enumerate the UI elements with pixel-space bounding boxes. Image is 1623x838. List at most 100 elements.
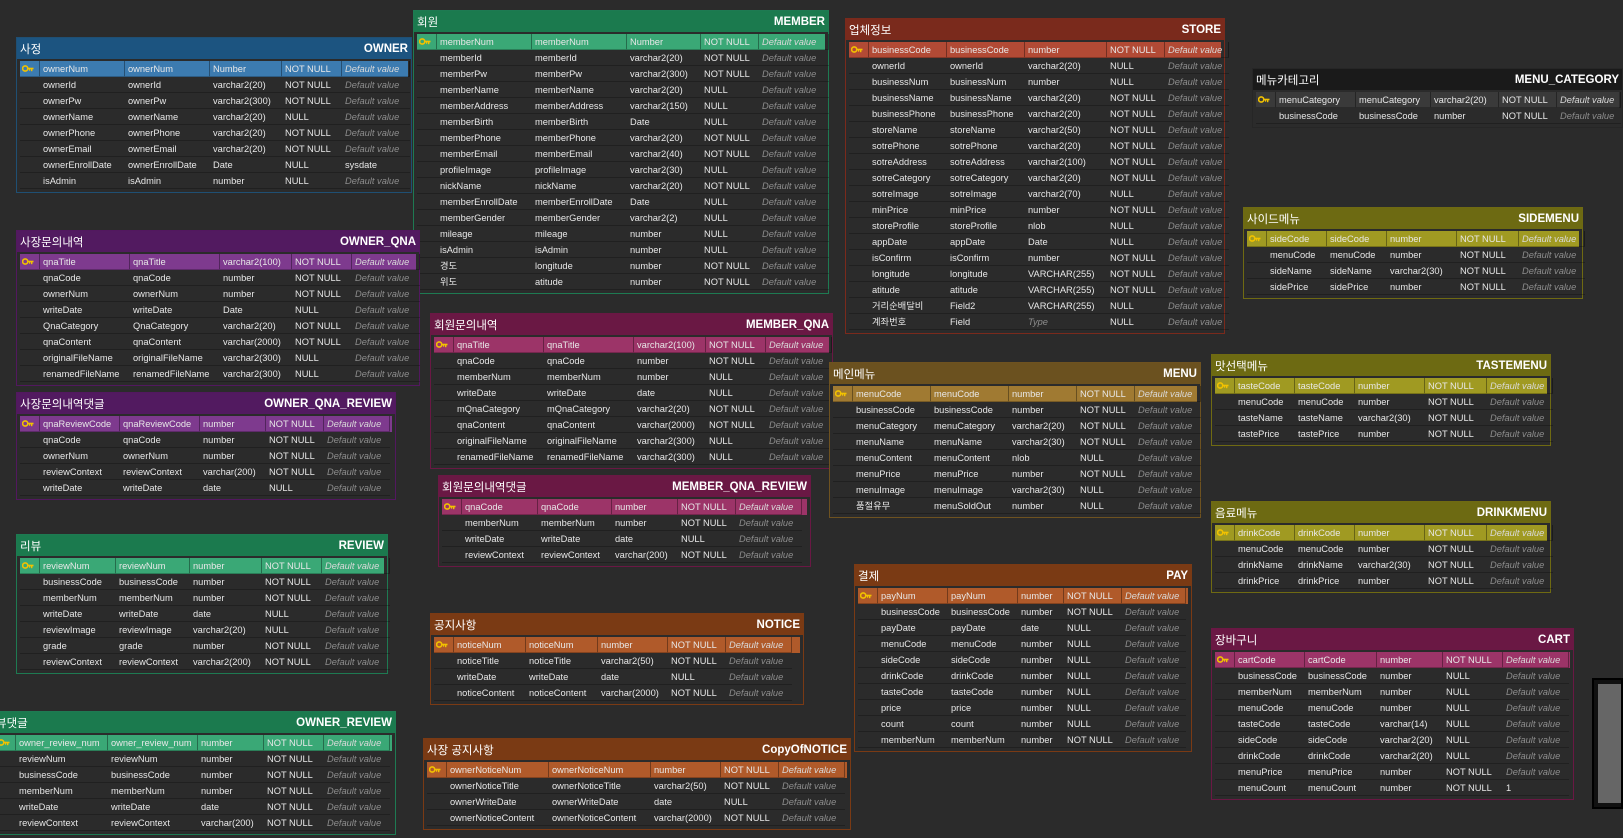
attribute-row[interactable]: writeDate writeDate date NOT NULL Default va… <box>0 799 392 815</box>
attribute-row[interactable]: writeDate writeDate date NULL Default value <box>442 531 807 547</box>
attribute-row[interactable]: tastePrice tastePrice number NOT NULL Defaul… <box>1215 426 1553 442</box>
attribute-row[interactable]: originalFileName originalFileName varchar2… <box>434 433 832 449</box>
entity-header[interactable]: 결제 PAY <box>855 565 1191 586</box>
attribute-row[interactable]: menuCategory menuCategory varchar2(20) NOT … <box>833 418 1201 434</box>
entity-header[interactable]: 사장 공지사항 CopyOfNOTICE <box>424 739 850 760</box>
attribute-row[interactable]: writeDate writeDate Date NULL Default value <box>20 302 420 318</box>
primary-key-row[interactable]: noticeNum noticeNum number NOT NULL Default … <box>434 637 800 653</box>
attribute-row[interactable]: qnaCode qnaCode number NOT NULL Default valu… <box>434 353 832 369</box>
primary-key-row[interactable]: reviewNum reviewNum number NOT NULL Default … <box>20 558 390 574</box>
attribute-row[interactable]: menuCount menuCount number NOT NULL 1 <box>1215 780 1570 796</box>
attribute-row[interactable]: reviewContext reviewContext varchar(200) NO… <box>20 464 392 480</box>
attribute-row[interactable]: menuImage menuImage varchar2(30) NULL Defaul… <box>833 482 1201 498</box>
attribute-row[interactable]: qnaCode qnaCode number NOT NULL Default valu… <box>20 432 392 448</box>
attribute-row[interactable]: memberEmail memberEmail varchar2(40) NOT NU… <box>417 146 829 162</box>
entity-store[interactable]: 업체정보 STORE businessCode businessCode number N… <box>845 18 1229 334</box>
attribute-row[interactable]: sotreCategory sotreCategory varchar2(20) NO… <box>849 170 1229 186</box>
entity-header[interactable]: 회원문의내역댓글 MEMBER_QNA_REVIEW <box>439 476 810 497</box>
attribute-row[interactable]: drinkCode drinkCode varchar2(20) NULL Defaul… <box>1215 748 1570 764</box>
primary-key-row[interactable]: qnaReviewCode qnaReviewCode number NOT NULL… <box>20 416 392 432</box>
attribute-row[interactable]: writeDate writeDate date NULL Default value <box>434 669 800 685</box>
attribute-row[interactable]: 경도 longitude number NOT NULL Default value <box>417 258 829 274</box>
entity-header[interactable]: 맛선택메뉴 TASTEMENU <box>1212 355 1550 376</box>
primary-key-row[interactable]: sideCode sideCode number NOT NULL Default va… <box>1247 231 1585 247</box>
primary-key-row[interactable]: qnaTitle qnaTitle varchar2(100) NOT NULL Def… <box>434 337 832 353</box>
attribute-row[interactable]: sideCode sideCode number NULL Default value <box>858 652 1188 668</box>
attribute-row[interactable]: memberGender memberGender varchar2(2) NULL D… <box>417 210 829 226</box>
attribute-row[interactable]: payDate payDate date NULL Default value <box>858 620 1188 636</box>
entity-owner-qna-review[interactable]: 사장문의내역댓글 OWNER_QNA_REVIEW qnaReviewCode qna… <box>16 392 396 500</box>
attribute-row[interactable]: ownerId ownerId varchar2(20) NOT NULL Defaul… <box>20 77 410 93</box>
entity-owner-qna[interactable]: 사장문의내역 OWNER_QNA qnaTitle qnaTitle varchar2(… <box>16 230 420 386</box>
attribute-row[interactable]: noticeTitle noticeTitle varchar2(50) NOT NU… <box>434 653 800 669</box>
attribute-row[interactable]: renamedFileName renamedFileName varchar2(3… <box>20 366 420 382</box>
attribute-row[interactable]: businessCode businessCode number NOT NULL De… <box>1256 108 1621 124</box>
attribute-row[interactable]: sotreImage sotreImage varchar2(70) NULL Defa… <box>849 186 1229 202</box>
entity-header[interactable]: 업체정보 STORE <box>846 19 1224 40</box>
attribute-row[interactable]: businessCode businessCode number NOT NULL De… <box>20 574 390 590</box>
attribute-row[interactable]: ownerName ownerName varchar2(20) NULL Defaul… <box>20 109 410 125</box>
primary-key-row[interactable]: drinkCode drinkCode number NOT NULL Default … <box>1215 525 1553 541</box>
entity-pay[interactable]: 결제 PAY payNum payNum number NOT NULL Default v… <box>854 564 1192 752</box>
entity-header[interactable]: 뷰댓글 OWNER_REVIEW <box>0 712 395 733</box>
attribute-row[interactable]: QnaCategory QnaCategory varchar2(20) NOT NU… <box>20 318 420 334</box>
entity-copyofnotice[interactable]: 사장 공지사항 CopyOfNOTICE ownerNoticeNum ownerNo… <box>423 738 851 830</box>
attribute-row[interactable]: memberNum memberNum number NOT NULL Default … <box>20 590 390 606</box>
attribute-row[interactable]: count count number NULL Default value <box>858 716 1188 732</box>
attribute-row[interactable]: memberNum memberNum number NOT NULL Default … <box>858 732 1188 748</box>
entity-header[interactable]: 메뉴카테고리 MENU_CATEGORY <box>1253 69 1622 90</box>
attribute-row[interactable]: businessCode businessCode number NOT NULL De… <box>833 402 1201 418</box>
attribute-row[interactable]: ownerId ownerId varchar2(20) NULL Default va… <box>849 58 1229 74</box>
primary-key-row[interactable]: qnaCode qnaCode number NOT NULL Default valu… <box>442 499 807 515</box>
attribute-row[interactable]: isAdmin isAdmin number NULL Default value <box>20 173 410 189</box>
entity-drinkmenu[interactable]: 음료메뉴 DRINKMENU drinkCode drinkCode number NOT… <box>1211 501 1553 593</box>
attribute-row[interactable]: menuName menuName varchar2(30) NOT NULL Defa… <box>833 434 1201 450</box>
entity-header[interactable]: 메인메뉴 MENU <box>830 363 1200 384</box>
primary-key-row[interactable]: payNum payNum number NOT NULL Default value <box>858 588 1188 604</box>
entity-header[interactable]: 회원 MEMBER <box>414 11 828 32</box>
attribute-row[interactable]: isConfirm isConfirm number NOT NULL Default … <box>849 250 1229 266</box>
attribute-row[interactable]: qnaContent qnaContent varchar(2000) NOT NUL… <box>434 417 832 433</box>
attribute-row[interactable]: tasteCode tasteCode varchar(14) NULL Default… <box>1215 716 1570 732</box>
attribute-row[interactable]: ownerNoticeTitle ownerNoticeTitle varchar2… <box>427 778 847 794</box>
attribute-row[interactable]: tasteCode tasteCode number NULL Default valu… <box>858 684 1188 700</box>
attribute-row[interactable]: memberName memberName varchar2(20) NULL Defa… <box>417 82 829 98</box>
entity-review[interactable]: 리뷰 REVIEW reviewNum reviewNum number NOT NULL… <box>16 534 390 674</box>
attribute-row[interactable]: menuCode menuCode number NOT NULL Default va… <box>1215 394 1553 410</box>
attribute-row[interactable]: 거리순배달비 Field2 VARCHAR(255) NULL Default valu… <box>849 298 1229 314</box>
entity-member-qna-review[interactable]: 회원문의내역댓글 MEMBER_QNA_REVIEW qnaCode qnaCode n… <box>438 475 811 567</box>
entity-sidemenu[interactable]: 사이드메뉴 SIDEMENU sideCode sideCode number NOT N… <box>1243 207 1585 299</box>
attribute-row[interactable]: 품절유무 menuSoldOut number NULL Default value <box>833 498 1201 514</box>
attribute-row[interactable]: ownerEnrollDate ownerEnrollDate Date NULL sy… <box>20 157 410 173</box>
entity-cart[interactable]: 장바구니 CART cartCode cartCode number NOT NULL De… <box>1211 628 1574 800</box>
attribute-row[interactable]: appDate appDate Date NULL Default value <box>849 234 1229 250</box>
attribute-row[interactable]: memberId memberId varchar2(20) NOT NULL Defa… <box>417 50 829 66</box>
attribute-row[interactable]: grade grade number NOT NULL Default value <box>20 638 390 654</box>
primary-key-row[interactable]: owner_review_num owner_review_num number NO… <box>0 735 392 751</box>
entity-header[interactable]: 사장문의내역 OWNER_QNA <box>17 231 419 252</box>
attribute-row[interactable]: qnaCode qnaCode number NOT NULL Default valu… <box>20 270 420 286</box>
attribute-row[interactable]: ownerWriteDate ownerWriteDate date NULL Defa… <box>427 794 847 810</box>
attribute-row[interactable]: reviewContext reviewContext varchar(200) NO… <box>0 815 392 831</box>
primary-key-row[interactable]: qnaTitle qnaTitle varchar2(100) NOT NULL Def… <box>20 254 420 270</box>
attribute-row[interactable]: price price number NULL Default value <box>858 700 1188 716</box>
attribute-row[interactable]: mileage mileage number NULL Default value <box>417 226 829 242</box>
attribute-row[interactable]: menuCode menuCode number NOT NULL Default va… <box>1215 541 1553 557</box>
entity-member-qna[interactable]: 회원문의내역 MEMBER_QNA qnaTitle qnaTitle varchar2… <box>430 313 833 469</box>
attribute-row[interactable]: atitude atitude VARCHAR(255) NOT NULL Defaul… <box>849 282 1229 298</box>
entity-owner[interactable]: 사정 OWNER ownerNum ownerNum Number NOT NULL Def… <box>16 37 412 193</box>
attribute-row[interactable]: reviewImage reviewImage varchar2(20) NULL De… <box>20 622 390 638</box>
attribute-row[interactable]: drinkName drinkName varchar2(30) NOT NULL De… <box>1215 557 1553 573</box>
entity-header[interactable]: 사이드메뉴 SIDEMENU <box>1244 208 1582 229</box>
primary-key-row[interactable]: memberNum memberNum Number NOT NULL Default … <box>417 34 829 50</box>
entity-notice[interactable]: 공지사항 NOTICE noticeNum noticeNum number NOT NU… <box>430 613 804 705</box>
attribute-row[interactable]: 계좌번호 Field Type NULL Default value <box>849 314 1229 330</box>
attribute-row[interactable]: menuCode menuCode number NOT NULL Default va… <box>1247 247 1585 263</box>
entity-header[interactable]: 회원문의내역 MEMBER_QNA <box>431 314 832 335</box>
attribute-row[interactable]: memberBirth memberBirth Date NULL Default va… <box>417 114 829 130</box>
attribute-row[interactable]: memberNum memberNum number NULL Default valu… <box>1215 684 1570 700</box>
attribute-row[interactable]: storeName storeName varchar2(50) NOT NULL De… <box>849 122 1229 138</box>
attribute-row[interactable]: writeDate writeDate date NULL Default value <box>20 606 390 622</box>
attribute-row[interactable]: memberNum memberNum number NOT NULL Default … <box>442 515 807 531</box>
attribute-row[interactable]: profileImage profileImage varchar2(30) NULL… <box>417 162 829 178</box>
